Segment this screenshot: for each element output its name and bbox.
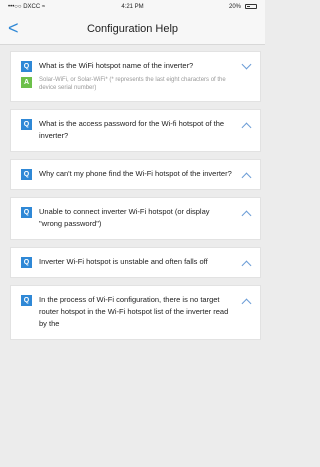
question-text: What is the access password for the Wi-f… [39, 119, 225, 140]
faq-item[interactable]: Q Inverter Wi-Fi hotspot is unstable and… [10, 247, 261, 278]
navigation-bar: < Configuration Help [0, 14, 265, 45]
answer-badge: A [21, 77, 32, 88]
page-title: Configuration Help [86, 23, 179, 35]
faq-item[interactable]: Q Unable to connect inverter Wi-Fi hotsp… [10, 197, 261, 240]
chevron-up-icon[interactable] [241, 122, 252, 133]
question-badge: Q [21, 295, 32, 306]
answer-text: Solar-WiFi, or Solar-WiFi* (* represents… [39, 77, 226, 91]
question-badge: Q [21, 119, 32, 130]
status-bar: •••○○ DXCC ≈ 4:21 PM 20% [0, 0, 265, 14]
faq-item[interactable]: Q What is the WiFi hotspot name of the i… [10, 51, 261, 102]
question-text: Inverter Wi-Fi hotspot is unstable and o… [39, 257, 208, 266]
question-badge: Q [21, 61, 32, 72]
question-text: What is the WiFi hotspot name of the inv… [39, 61, 194, 70]
chevron-down-icon[interactable] [241, 59, 252, 70]
faq-item[interactable]: Q What is the access password for the Wi… [10, 109, 261, 152]
battery-icon [245, 4, 257, 9]
question-badge: Q [21, 257, 32, 268]
faq-item[interactable]: Q Why can't my phone find the Wi-Fi hots… [10, 159, 261, 190]
faq-list: Q What is the WiFi hotspot name of the i… [0, 51, 265, 347]
question-text: In the process of Wi-Fi configuration, t… [39, 295, 229, 328]
chevron-up-icon[interactable] [241, 298, 252, 309]
question-text: Why can't my phone find the Wi-Fi hotspo… [39, 169, 232, 178]
faq-item[interactable]: Q In the process of Wi-Fi configuration,… [10, 285, 261, 340]
question-text: Unable to connect inverter Wi-Fi hotspot… [39, 207, 210, 228]
battery-percent: 20% [228, 4, 241, 10]
question-badge: Q [21, 169, 32, 180]
chevron-up-icon[interactable] [241, 210, 252, 221]
question-badge: Q [21, 207, 32, 218]
chevron-up-icon[interactable] [241, 260, 252, 271]
chevron-up-icon[interactable] [241, 172, 252, 183]
status-time: 4:21 PM [121, 4, 144, 10]
